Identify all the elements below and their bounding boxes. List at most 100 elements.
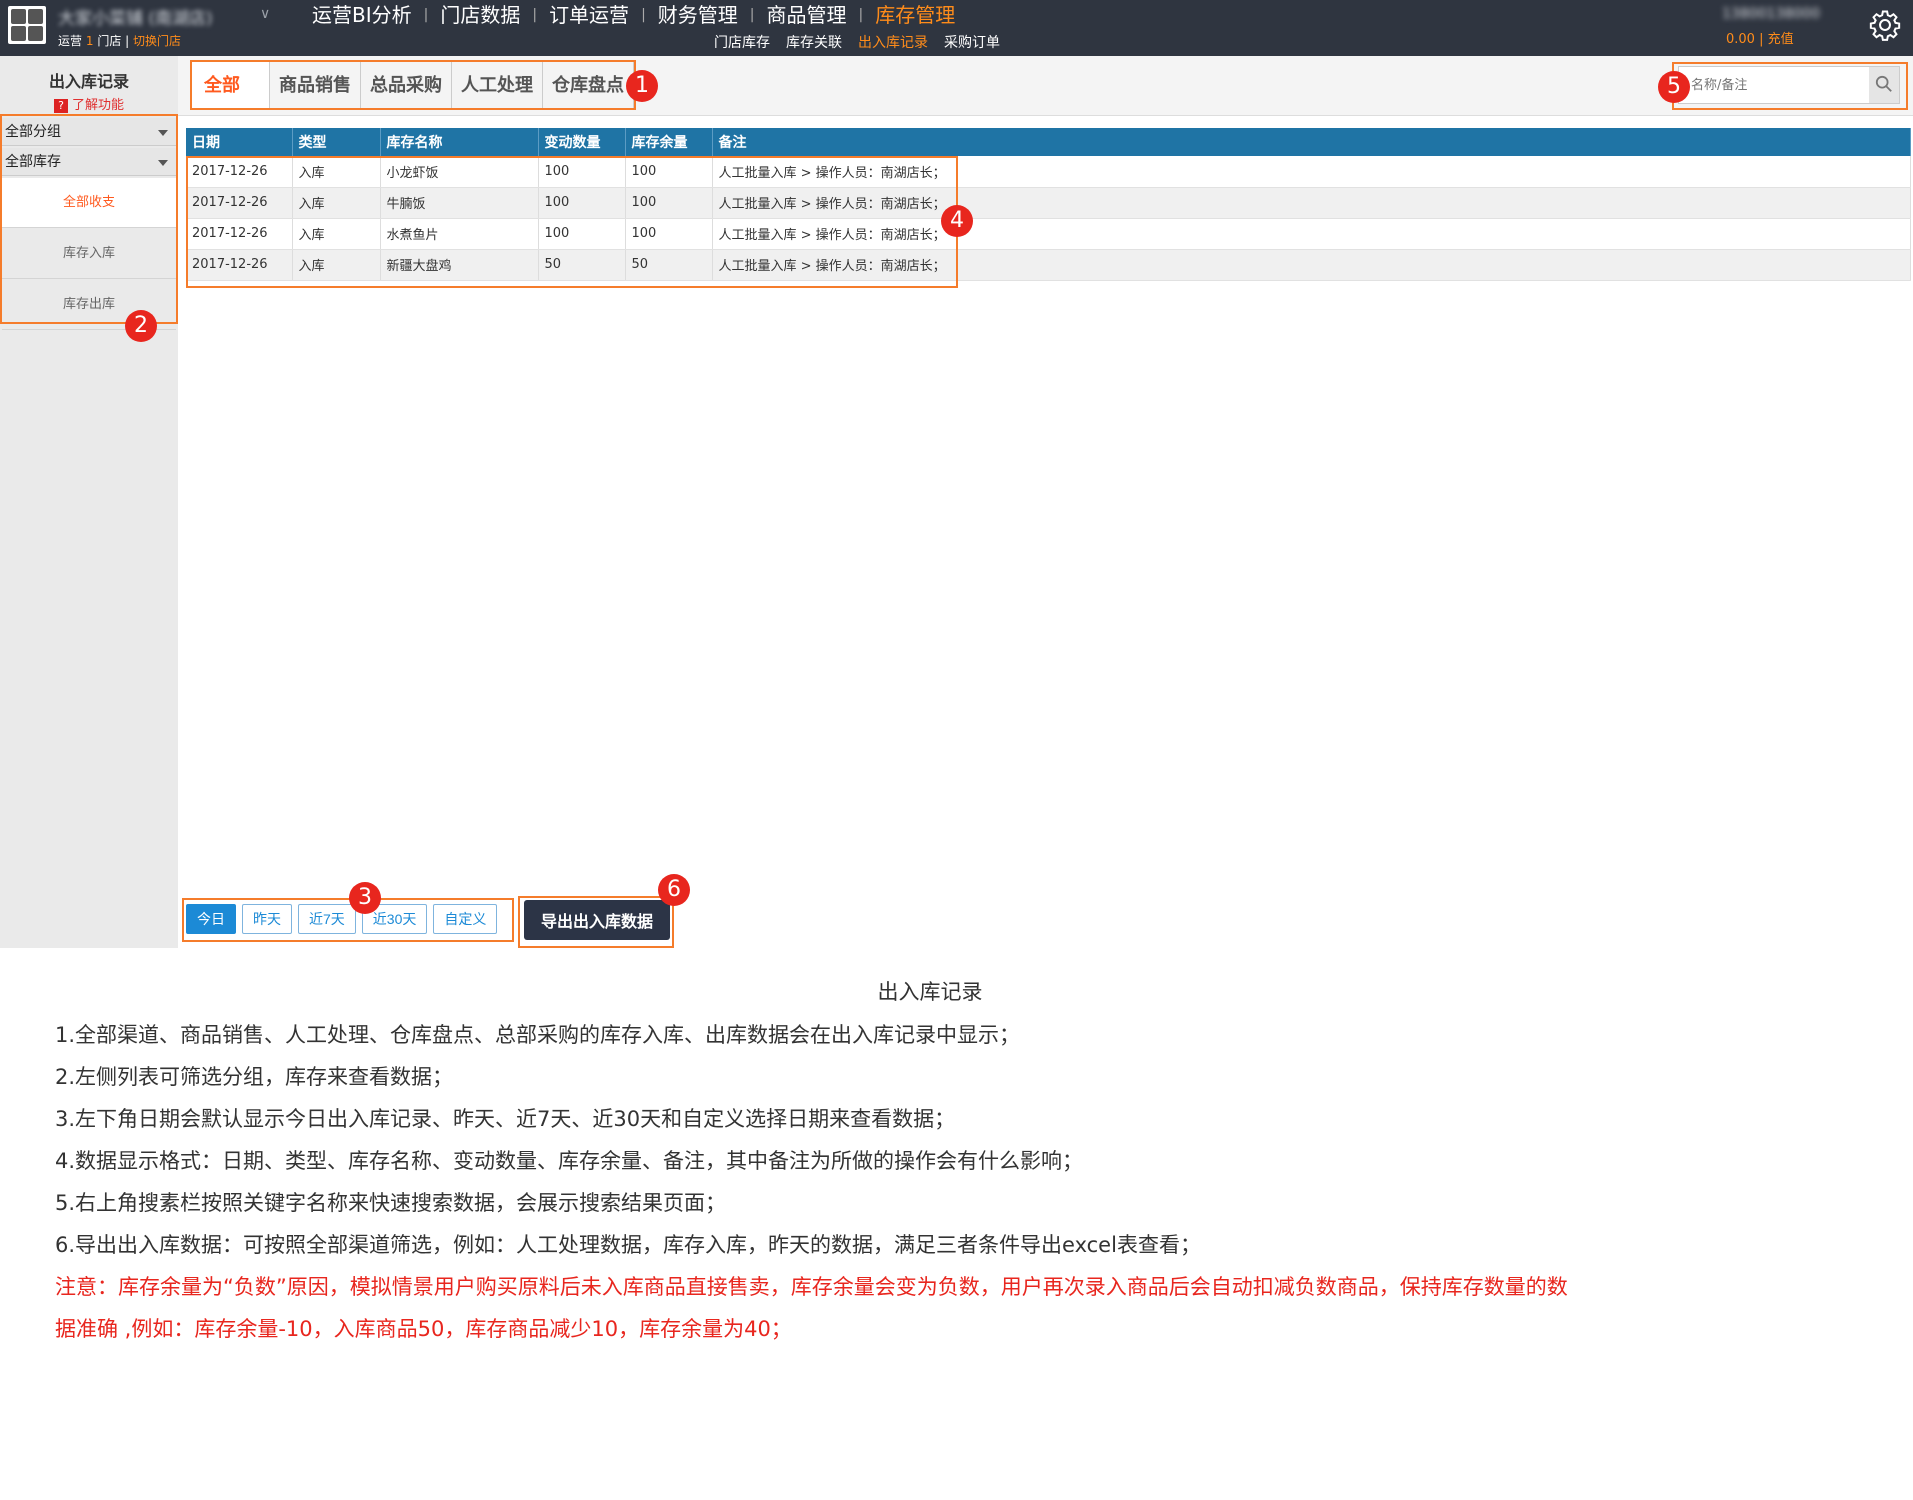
filter-tab-bar: 全部 商品销售 总品采购 人工处理 仓库盘点 <box>178 56 1913 116</box>
cell-stock-name: 牛腩饭 <box>380 187 539 219</box>
nav-store-data[interactable]: 门店数据 <box>428 2 532 28</box>
ops-store-count: 1 <box>85 34 94 48</box>
cell-type: 入库 <box>292 249 381 281</box>
note-line: 6.导出出入库数据：可按照全部渠道筛选，例如：人工处理数据，库存入库，昨天的数据… <box>55 1233 1201 1257</box>
stock-select-value: 全部库存 <box>5 154 61 170</box>
col-type[interactable]: 类型 <box>292 128 381 156</box>
sub-nav: 门店库存 库存关联 出入库记录 采购订单 <box>714 32 1016 52</box>
annotation-marker-3: 3 <box>349 882 381 914</box>
cell-note: 人工批量入库 > 操作人员：南湖店长； <box>712 218 1911 250</box>
sidebar-title: 出入库记录 <box>48 72 129 91</box>
warning-line: 据准确 ,例如：库存余量-10，入库商品50，库存商品减少10，库存余量为40； <box>55 1317 792 1341</box>
tab-hq-purchase[interactable]: 总品采购 <box>361 62 452 110</box>
tab-stocktake[interactable]: 仓库盘点 <box>543 62 634 110</box>
subnav-inventory-link[interactable]: 库存关联 <box>786 32 842 52</box>
tab-sales[interactable]: 商品销售 <box>270 62 361 110</box>
group-select-value: 全部分组 <box>5 124 61 140</box>
cell-type: 入库 <box>292 187 381 219</box>
note-line: 2.左侧列表可筛选分组，库存来查看数据； <box>55 1065 454 1089</box>
sidebar-item-all[interactable]: 全部收支 <box>2 178 176 228</box>
cell-change-qty: 100 <box>538 187 626 219</box>
cell-remaining: 50 <box>625 249 713 281</box>
account-name[interactable]: 13800138000 <box>1722 6 1862 24</box>
date-custom-button[interactable]: 自定义 <box>433 904 498 934</box>
nav-finance[interactable]: 财务管理 <box>646 2 750 28</box>
top-bar: 大家小菜铺 (南湖店) ∨ 运营 1 门店 | 切换门店 运营BI分析 | 门店… <box>0 0 1913 56</box>
gear-icon[interactable] <box>1868 8 1902 42</box>
annotation-marker-2: 2 <box>125 310 157 342</box>
divider: | <box>1759 32 1764 47</box>
ops-store-line: 运营 1 门店 | 切换门店 <box>58 32 181 49</box>
notes-title: 出入库记录 <box>877 980 983 1004</box>
sidebar: 出入库记录 ? 了解功能 全部分组 全部库存 全部收支 库存入库 库存出库 <box>0 56 178 948</box>
cell-note: 人工批量入库 > 操作人员：南湖店长； <box>712 187 1911 219</box>
cell-date: 2017-12-26 <box>186 249 293 281</box>
chevron-down-icon[interactable]: ∨ <box>260 6 270 22</box>
nav-product[interactable]: 商品管理 <box>755 2 859 28</box>
ops-suffix: 门店 <box>97 34 122 48</box>
table-row[interactable]: 2017-12-26 入库 小龙虾饭 100 100 人工批量入库 > 操作人员… <box>186 156 1911 188</box>
annotation-marker-5: 5 <box>1658 71 1690 103</box>
annotation-marker-1: 1 <box>626 70 658 102</box>
balance-amount: 0.00 <box>1726 32 1755 47</box>
subnav-store-inventory[interactable]: 门店库存 <box>714 32 770 52</box>
group-select[interactable]: 全部分组 <box>2 118 176 146</box>
annotation-marker-4: 4 <box>941 205 973 237</box>
switch-store-link[interactable]: 切换门店 <box>133 34 181 48</box>
annotation-marker-6: 6 <box>658 874 690 906</box>
stock-select[interactable]: 全部库存 <box>2 148 176 176</box>
note-line: 4.数据显示格式：日期、类型、库存名称、变动数量、库存余量、备注，其中备注为所做… <box>55 1149 1084 1173</box>
col-date[interactable]: 日期 <box>186 128 293 156</box>
search-box <box>1678 66 1900 104</box>
balance: 0.00 | 充值 <box>1726 28 1794 47</box>
help-link[interactable]: ? 了解功能 <box>0 94 178 113</box>
subnav-inout-records[interactable]: 出入库记录 <box>858 32 928 52</box>
cell-change-qty: 100 <box>538 156 626 188</box>
cell-change-qty: 100 <box>538 218 626 250</box>
note-line: 3.左下角日期会默认显示今日出入库记录、昨天、近7天、近30天和自定义选择日期来… <box>55 1107 956 1131</box>
warning-line: 注意：库存余量为“负数”原因，模拟情景用户购买原料后未入库商品直接售卖，库存余量… <box>55 1275 1568 1299</box>
date-yesterday-button[interactable]: 昨天 <box>242 904 292 934</box>
tab-manual[interactable]: 人工处理 <box>452 62 543 110</box>
store-name[interactable]: 大家小菜铺 (南湖店) <box>58 4 258 29</box>
caret-down-icon <box>158 130 168 136</box>
cell-note: 人工批量入库 > 操作人员：南湖店长； <box>712 156 1911 188</box>
search-input[interactable] <box>1679 67 1871 103</box>
cell-type: 入库 <box>292 156 381 188</box>
cell-remaining: 100 <box>625 156 713 188</box>
subnav-purchase-orders[interactable]: 采购订单 <box>944 32 1000 52</box>
table-row[interactable]: 2017-12-26 入库 新疆大盘鸡 50 50 人工批量入库 > 操作人员：… <box>186 249 1911 281</box>
col-remaining[interactable]: 库存余量 <box>625 128 713 156</box>
main-nav: 运营BI分析 | 门店数据 | 订单运营 | 财务管理 | 商品管理 | 库存管… <box>300 2 967 28</box>
logo[interactable] <box>8 6 46 44</box>
help-icon: ? <box>53 99 68 113</box>
cell-change-qty: 50 <box>538 249 626 281</box>
date-7days-button[interactable]: 近7天 <box>298 904 356 934</box>
notes: 1.全部渠道、商品销售、人工处理、仓库盘点、总部采购的库存入库、出库数据会在出入… <box>55 1014 1855 1350</box>
nav-bi-analysis[interactable]: 运营BI分析 <box>300 2 424 28</box>
cell-stock-name: 新疆大盘鸡 <box>380 249 539 281</box>
cell-remaining: 100 <box>625 218 713 250</box>
table-row[interactable]: 2017-12-26 入库 牛腩饭 100 100 人工批量入库 > 操作人员：… <box>186 187 1911 219</box>
ops-prefix: 运营 <box>58 34 83 48</box>
sidebar-item-stock-in[interactable]: 库存入库 <box>2 229 176 279</box>
date-range-buttons: 今日 昨天 近7天 近30天 自定义 <box>186 904 503 934</box>
nav-order-ops[interactable]: 订单运营 <box>537 2 641 28</box>
channel-tabs: 全部 商品销售 总品采购 人工处理 仓库盘点 <box>192 62 634 110</box>
inout-records-table: 日期 类型 库存名称 变动数量 库存余量 备注 2017-12-26 入库 小龙… <box>186 128 1911 281</box>
nav-inventory[interactable]: 库存管理 <box>863 2 967 28</box>
note-line: 5.右上角搜素栏按照关键字名称来快速搜索数据，会展示搜索结果页面； <box>55 1191 727 1215</box>
export-button[interactable]: 导出出入库数据 <box>524 900 670 940</box>
table-row[interactable]: 2017-12-26 入库 水煮鱼片 100 100 人工批量入库 > 操作人员… <box>186 218 1911 250</box>
date-today-button[interactable]: 今日 <box>186 904 236 934</box>
col-note[interactable]: 备注 <box>712 128 1911 156</box>
search-icon <box>1875 75 1892 92</box>
tab-all[interactable]: 全部 <box>192 62 270 110</box>
col-stock-name[interactable]: 库存名称 <box>380 128 539 156</box>
recharge-link[interactable]: 充值 <box>1768 32 1794 47</box>
search-button[interactable] <box>1869 67 1899 103</box>
divider: | <box>125 34 130 48</box>
cell-note: 人工批量入库 > 操作人员：南湖店长； <box>712 249 1911 281</box>
col-change-qty[interactable]: 变动数量 <box>538 128 626 156</box>
note-line: 1.全部渠道、商品销售、人工处理、仓库盘点、总部采购的库存入库、出库数据会在出入… <box>55 1023 1021 1047</box>
